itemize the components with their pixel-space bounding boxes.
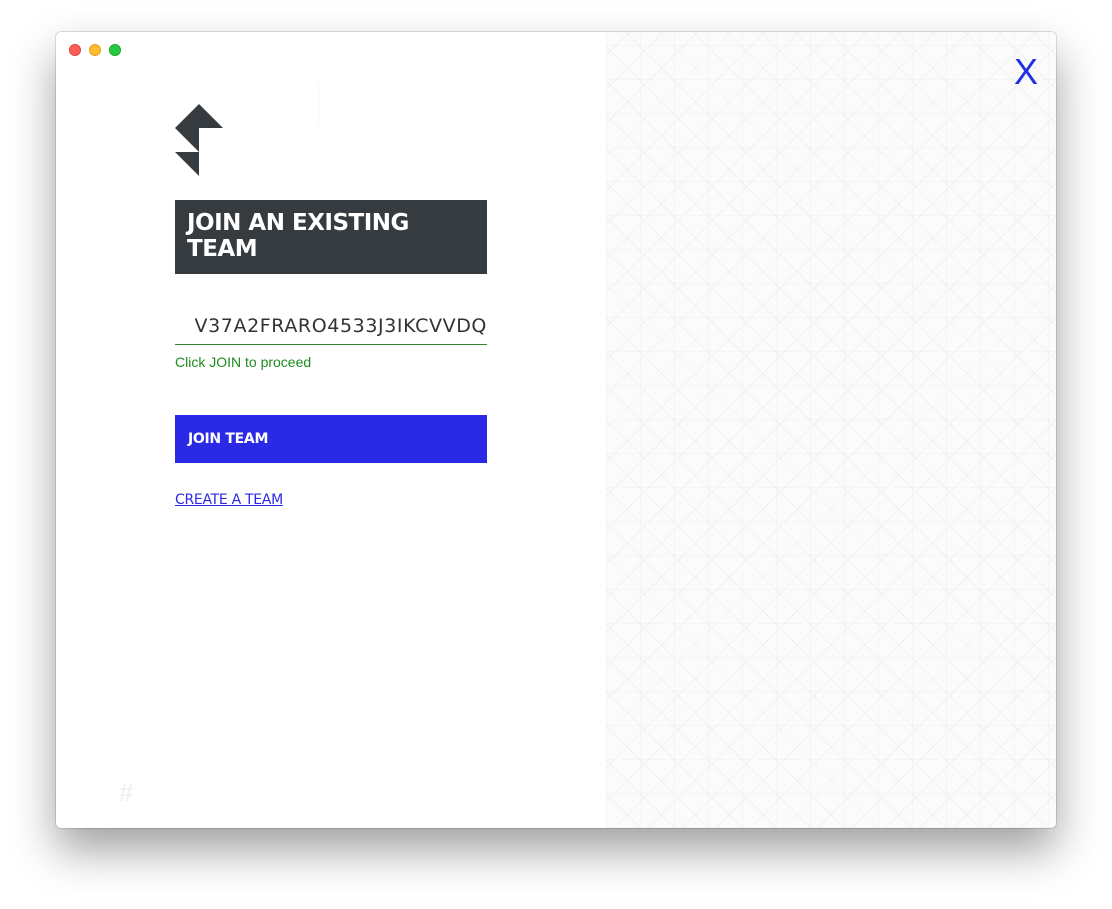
faded-nav-item: # <box>96 778 156 806</box>
close-button[interactable]: X <box>1014 54 1038 90</box>
create-team-link[interactable]: CREATE A TEAM <box>175 492 283 508</box>
join-team-heading-box: JOIN AN EXISTING TEAM <box>175 200 487 274</box>
window-close-button[interactable] <box>69 44 81 56</box>
window-minimize-button[interactable] <box>89 44 101 56</box>
desktop: X JOIN AN EXISTING TEAM Click JOIN to pr… <box>0 0 1112 909</box>
faded-nav-item <box>226 778 286 806</box>
decorative-pattern-panel <box>606 32 1056 828</box>
app-window: X JOIN AN EXISTING TEAM Click JOIN to pr… <box>56 32 1056 828</box>
join-team-button[interactable]: JOIN TEAM <box>175 415 487 463</box>
team-code-field <box>175 310 487 345</box>
page-title: JOIN AN EXISTING TEAM <box>187 210 409 262</box>
brand-logo-icon <box>175 104 223 176</box>
team-code-input[interactable] <box>175 310 487 342</box>
divider <box>318 84 319 126</box>
window-controls <box>69 44 121 56</box>
window-maximize-button[interactable] <box>109 44 121 56</box>
hash-icon: # <box>118 777 134 807</box>
faded-background-nav: # <box>96 778 286 806</box>
validation-hint: Click JOIN to proceed <box>175 354 312 370</box>
